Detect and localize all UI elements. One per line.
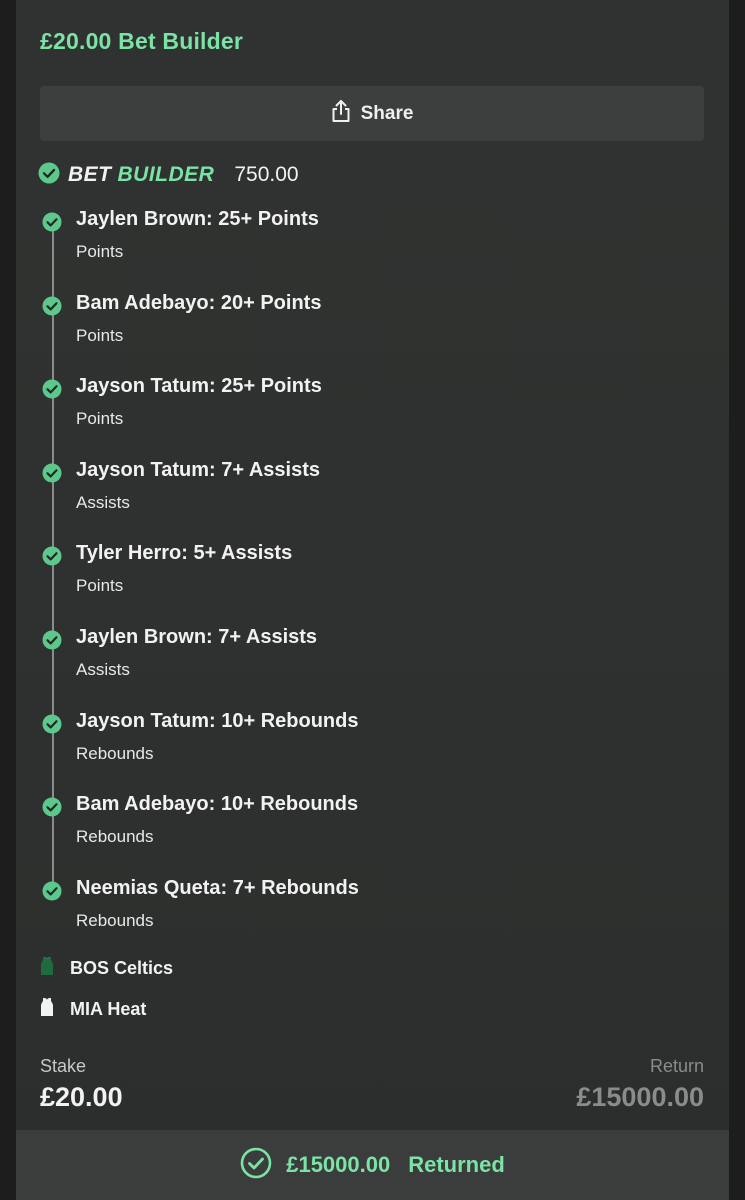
team-name: MIA Heat xyxy=(70,998,147,1019)
leg-item: Jayson Tatum: 10+ Rebounds Rebounds xyxy=(38,707,698,791)
leg-item: Jayson Tatum: 25+ Points Points xyxy=(38,372,698,456)
check-circle-icon xyxy=(42,296,62,321)
leg-market: Rebounds xyxy=(76,910,154,930)
check-circle-icon xyxy=(42,881,62,906)
leg-market: Points xyxy=(76,325,124,345)
check-circle-icon xyxy=(42,714,62,739)
leg-market: Points xyxy=(76,576,124,596)
leg-item: Neemias Queta: 7+ Rebounds Rebounds xyxy=(38,874,698,958)
leg-selection: Bam Adebayo: 10+ Rebounds xyxy=(76,793,359,816)
leg-selection: Jayson Tatum: 10+ Rebounds xyxy=(76,709,359,732)
leg-item: Bam Adebayo: 10+ Rebounds Rebounds xyxy=(38,790,698,874)
bet-builder-header: BET BUILDER 750.00 xyxy=(38,160,299,190)
team-row-home: BOS Celtics xyxy=(40,954,173,982)
team-row-away: MIA Heat xyxy=(40,995,146,1023)
bet-builder-odds: 750.00 xyxy=(234,163,299,186)
settled-status-bar: £15000.00 Returned xyxy=(16,1130,729,1200)
leg-market: Assists xyxy=(76,492,130,512)
leg-item: Jaylen Brown: 25+ Points Points xyxy=(38,205,698,289)
check-circle-icon xyxy=(42,463,62,488)
share-icon xyxy=(331,99,351,128)
return-label: Return xyxy=(649,1056,704,1076)
leg-item: Bam Adebayo: 20+ Points Points xyxy=(38,289,698,373)
stake-value: £20.00 xyxy=(40,1082,123,1112)
leg-item: Jayson Tatum: 7+ Assists Assists xyxy=(38,456,698,540)
background-right xyxy=(729,0,745,1200)
return-value: £15000.00 xyxy=(576,1082,704,1112)
leg-market: Points xyxy=(76,242,124,261)
leg-selection: Jayson Tatum: 25+ Points xyxy=(76,375,322,398)
leg-item: Tyler Herro: 5+ Assists Points xyxy=(38,539,698,623)
check-circle-icon xyxy=(240,1147,272,1184)
leg-market: Rebounds xyxy=(76,743,154,763)
leg-selection: Tyler Herro: 5+ Assists xyxy=(76,542,293,565)
leg-market: Assists xyxy=(76,659,130,679)
bet-builder-logo-builder: BUILDER xyxy=(117,163,215,186)
share-button[interactable]: Share xyxy=(40,86,704,141)
leg-market: Points xyxy=(76,409,124,429)
returned-status: Returned xyxy=(408,1152,505,1177)
leg-item: Jaylen Brown: 7+ Assists Assists xyxy=(38,623,698,707)
green-jersey-icon xyxy=(40,956,54,980)
leg-selection: Bam Adebayo: 20+ Points xyxy=(76,291,322,314)
stake-label: Stake xyxy=(40,1056,87,1076)
leg-selection: Jaylen Brown: 25+ Points xyxy=(76,208,319,230)
check-circle-icon xyxy=(42,212,62,237)
leg-selection: Jayson Tatum: 7+ Assists xyxy=(76,458,320,481)
leg-market: Rebounds xyxy=(76,827,154,847)
check-circle-icon xyxy=(42,630,62,655)
team-name: BOS Celtics xyxy=(70,957,174,978)
check-circle-icon xyxy=(38,162,60,189)
bet-card: £20.00 Bet Builder Share BET BUILDER 750… xyxy=(16,0,729,1200)
leg-selection: Neemias Queta: 7+ Rebounds xyxy=(76,876,359,899)
white-jersey-icon xyxy=(40,997,54,1021)
leg-selection: Jaylen Brown: 7+ Assists xyxy=(76,625,318,648)
check-circle-icon xyxy=(42,379,62,404)
check-circle-icon xyxy=(42,797,62,822)
returned-amount: £15000.00 xyxy=(286,1152,391,1177)
background-left xyxy=(0,0,16,1200)
legs-list: Jaylen Brown: 25+ Points Points Bam Adeb… xyxy=(38,205,698,957)
bet-title: £20.00 Bet Builder xyxy=(40,28,244,54)
check-circle-icon xyxy=(42,546,62,571)
bet-builder-logo-bet: BET xyxy=(68,163,112,186)
share-button-label: Share xyxy=(360,102,414,124)
